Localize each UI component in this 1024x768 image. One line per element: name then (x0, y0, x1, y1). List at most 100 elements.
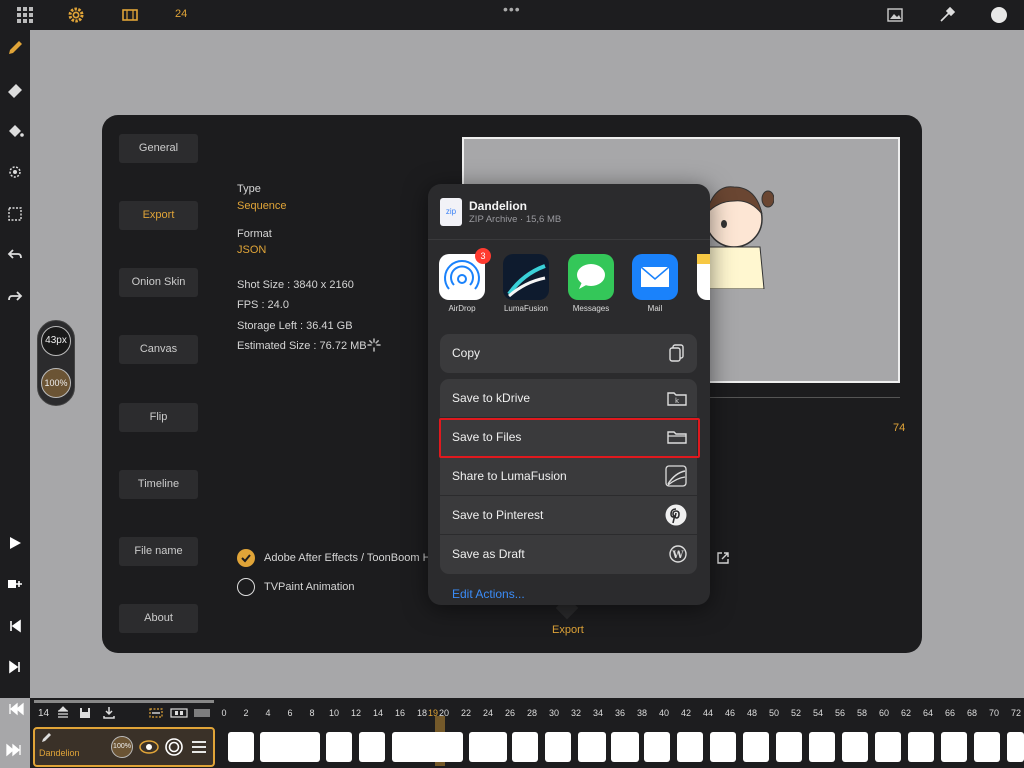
nav-about[interactable]: About (119, 604, 198, 633)
spacing-icon[interactable] (193, 706, 211, 720)
frame-cell[interactable] (677, 732, 703, 762)
frame-cell[interactable] (228, 732, 254, 762)
frame-cell[interactable] (545, 732, 571, 762)
frame-cell[interactable] (359, 732, 385, 762)
radio-tvpaint[interactable] (237, 578, 255, 596)
nav-timeline[interactable]: Timeline (119, 470, 198, 499)
save-frame-icon[interactable] (78, 706, 92, 720)
app-name: Messages (572, 304, 610, 313)
frame-cell[interactable] (974, 732, 1000, 762)
gear-icon[interactable] (67, 6, 85, 24)
skip-start-icon[interactable] (6, 700, 24, 718)
frame-tick: 70 (988, 708, 1000, 718)
frame-cell[interactable] (469, 732, 507, 762)
action-save-draft[interactable]: Save as Draft W (440, 535, 697, 574)
action-share-lumafusion[interactable]: Share to LumaFusion (440, 457, 697, 496)
nav-flip[interactable]: Flip (119, 403, 198, 432)
frame-cell[interactable] (1007, 732, 1024, 762)
frame-cell[interactable] (578, 732, 606, 762)
redo-icon[interactable] (6, 288, 24, 306)
first-frame-icon[interactable] (6, 617, 24, 635)
selection-icon[interactable] (6, 205, 24, 223)
frame-cell[interactable] (710, 732, 736, 762)
eraser-icon[interactable] (6, 81, 24, 99)
selection-range-icon[interactable] (148, 706, 164, 720)
grid-icon[interactable] (16, 6, 34, 24)
edit-actions-link[interactable]: Edit Actions... (452, 587, 525, 601)
frame-tick: 22 (460, 708, 472, 718)
frame-cell[interactable] (326, 732, 352, 762)
app-airdrop[interactable]: 3 AirDrop (432, 248, 492, 313)
frame-cell[interactable] (260, 732, 320, 762)
fps: FPS : 24.0 (237, 299, 289, 311)
eyedropper-icon[interactable] (938, 6, 956, 24)
nav-general[interactable]: General (119, 134, 198, 163)
export-button[interactable]: Export (552, 624, 584, 636)
action-copy[interactable]: Copy (440, 334, 697, 373)
frame-tick: 30 (548, 708, 560, 718)
nav-export[interactable]: Export (119, 201, 198, 230)
frame-cell[interactable] (611, 732, 639, 762)
brush-opacity-control[interactable]: 100% (41, 368, 71, 398)
film-icon[interactable] (121, 6, 139, 24)
frame-cell[interactable] (842, 732, 868, 762)
nav-file-name[interactable]: File name (119, 537, 198, 566)
frame-tick: 68 (966, 708, 978, 718)
onion-layers-icon[interactable] (56, 706, 70, 720)
app-lumafusion[interactable]: LumaFusion (496, 254, 556, 313)
frame-cell[interactable] (809, 732, 835, 762)
frame-cell[interactable] (941, 732, 967, 762)
action-save-pinterest[interactable]: Save to Pinterest (440, 496, 697, 535)
undo-icon[interactable] (6, 246, 24, 264)
frame-cell[interactable] (908, 732, 934, 762)
mail-icon (632, 254, 678, 300)
frame-cell[interactable] (776, 732, 802, 762)
menu-icon[interactable] (190, 738, 208, 756)
next-frame-icon[interactable] (6, 658, 24, 676)
brush-size-control[interactable]: 43px (41, 326, 71, 356)
external-link-icon[interactable] (716, 551, 730, 565)
frame-tick: 8 (309, 708, 315, 718)
type-value[interactable]: Sequence (237, 200, 287, 212)
skip-end-icon[interactable] (6, 741, 24, 759)
play-icon[interactable] (6, 534, 24, 552)
action-save-kdrive[interactable]: Save to kDrive k (440, 379, 697, 418)
frame-count[interactable]: 24 (175, 8, 187, 20)
layer-opacity[interactable]: 100% (111, 736, 133, 758)
frame-cell[interactable] (512, 732, 538, 762)
app-name: LumaFusion (503, 304, 549, 313)
timeline-progress[interactable] (34, 700, 214, 703)
radio-after-effects[interactable] (237, 549, 255, 567)
fill-bucket-icon[interactable] (6, 122, 24, 140)
type-label: Type (237, 183, 261, 195)
frame-tick: 0 (221, 708, 227, 718)
nav-onion-skin[interactable]: Onion Skin (119, 268, 198, 297)
frame-tick: 32 (570, 708, 582, 718)
airdrop-icon: 3 (439, 248, 491, 300)
add-frame-icon[interactable] (6, 575, 24, 593)
film-frames-icon[interactable] (170, 706, 188, 720)
frame-tick: 4 (265, 708, 271, 718)
eye-icon[interactable] (139, 738, 159, 756)
frame-number[interactable]: 14 (38, 708, 49, 719)
app-notes-partial[interactable] (690, 254, 710, 300)
image-icon[interactable] (886, 6, 904, 24)
pencil-icon[interactable] (6, 39, 24, 57)
messages-icon (568, 254, 614, 300)
app-messages[interactable]: Messages (561, 254, 621, 313)
app-mail[interactable]: Mail (625, 254, 685, 313)
nav-canvas[interactable]: Canvas (119, 335, 198, 364)
frame-cell[interactable] (392, 732, 463, 762)
color-swatch-icon[interactable] (990, 6, 1008, 24)
import-icon[interactable] (102, 706, 116, 720)
onion-skin-icon[interactable] (164, 737, 184, 757)
frame-tick: 50 (768, 708, 780, 718)
format-value[interactable]: JSON (237, 244, 266, 256)
frame-tick: 52 (790, 708, 802, 718)
frame-cell[interactable] (644, 732, 670, 762)
layer-dandelion[interactable]: Dandelion 100% (33, 727, 215, 767)
frame-cell[interactable] (875, 732, 901, 762)
lasso-icon[interactable] (6, 164, 24, 182)
frame-cell[interactable] (743, 732, 769, 762)
more-dots-icon[interactable]: ••• (503, 1, 521, 17)
